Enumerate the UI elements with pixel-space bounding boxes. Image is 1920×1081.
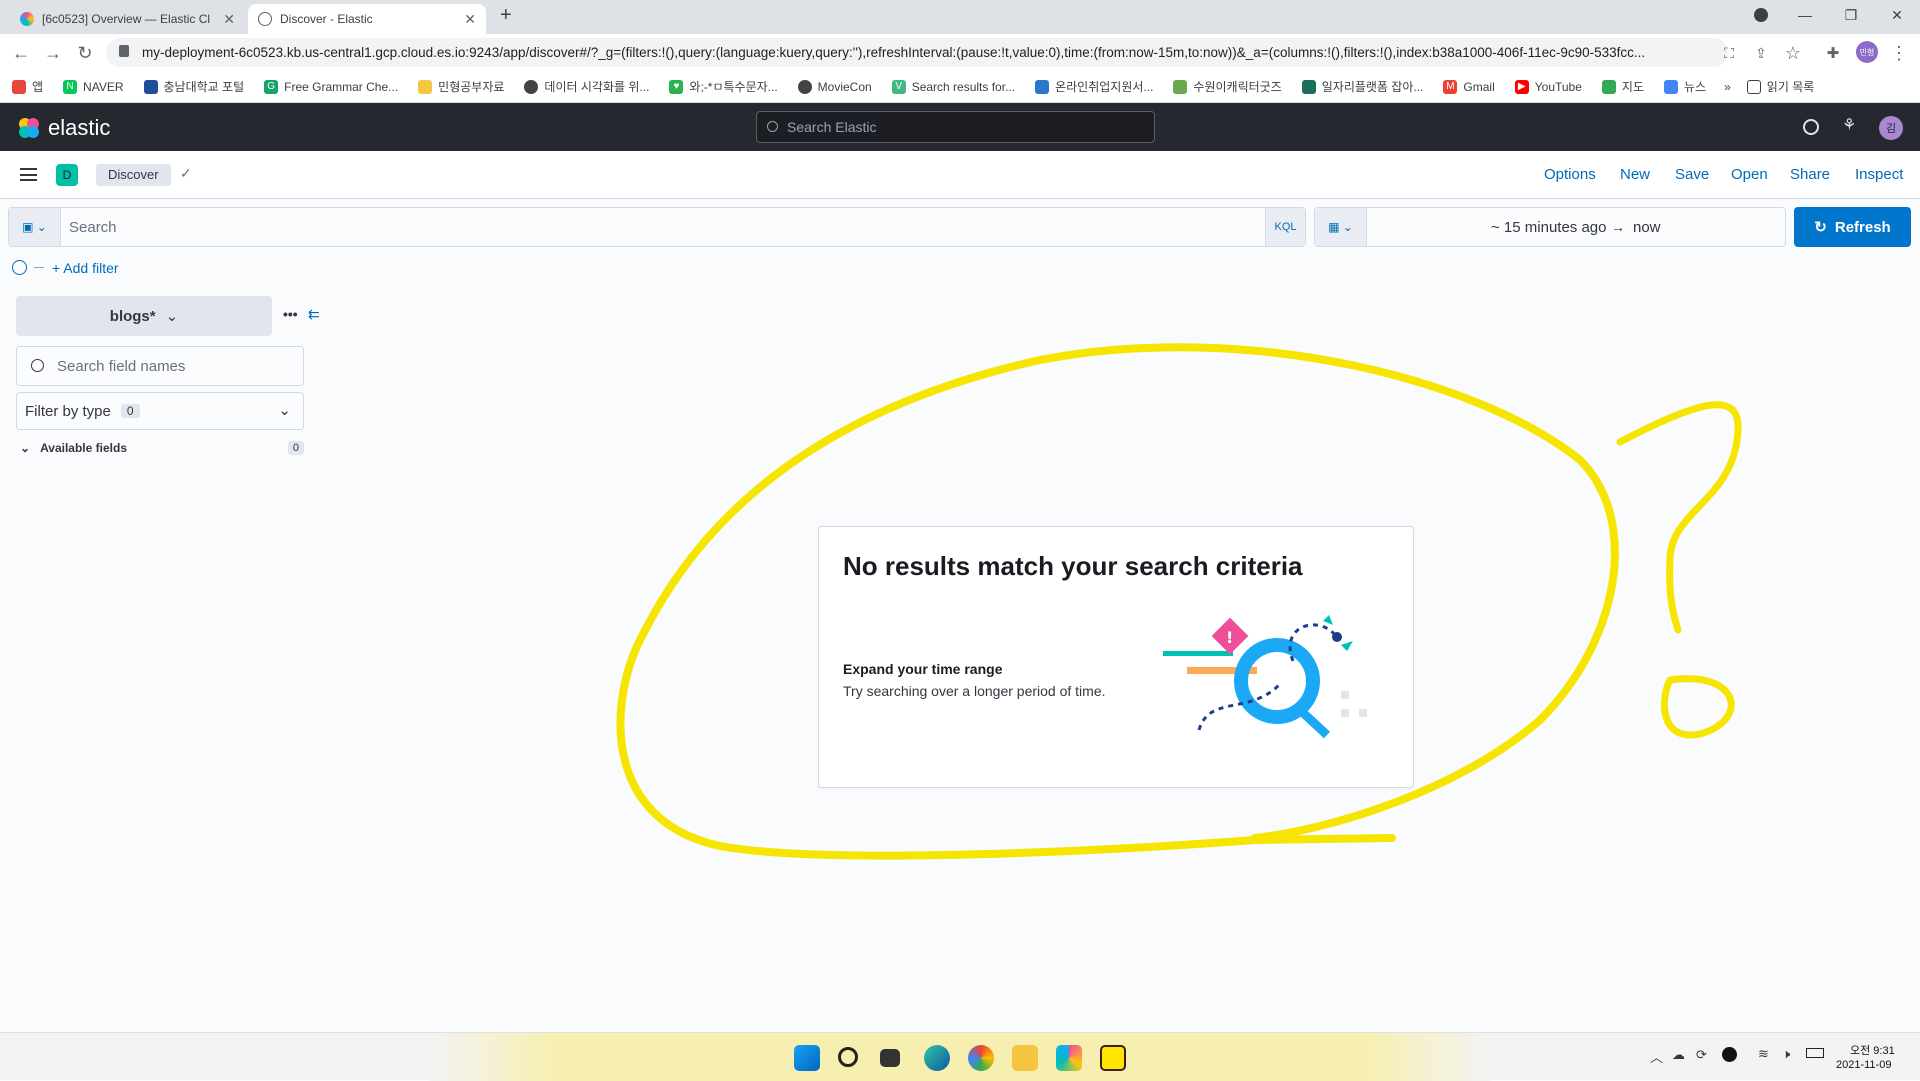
sync-icon[interactable]: ⟳ (1696, 1047, 1707, 1063)
yellow-annotation-scribble (616, 343, 1742, 860)
windows-start-icon[interactable] (794, 1045, 820, 1071)
close-circle-icon[interactable] (1722, 1047, 1737, 1062)
app-icon[interactable] (1056, 1045, 1082, 1071)
search-icon[interactable] (838, 1047, 858, 1067)
clock-date[interactable]: 2021-11-09 (1836, 1059, 1891, 1071)
file-explorer-icon[interactable] (1012, 1045, 1038, 1071)
clock-time[interactable]: 오전 9:31 (1850, 1042, 1895, 1058)
os-taskbar: ︿ ☁ ⟳ ≋ 🕨 오전 9:31 2021-11-09 (0, 1032, 1920, 1081)
battery-icon[interactable] (1806, 1048, 1824, 1058)
task-view-icon[interactable] (880, 1049, 900, 1067)
onedrive-icon[interactable]: ☁ (1672, 1047, 1685, 1063)
tray-chevron-icon[interactable]: ︿ (1650, 1047, 1663, 1066)
chrome-icon[interactable] (968, 1045, 994, 1071)
edge-icon[interactable] (924, 1045, 950, 1071)
wifi-icon[interactable]: ≋ (1758, 1046, 1769, 1062)
volume-icon[interactable]: 🕨 (1782, 1046, 1790, 1062)
kakaotalk-icon[interactable] (1100, 1045, 1126, 1071)
